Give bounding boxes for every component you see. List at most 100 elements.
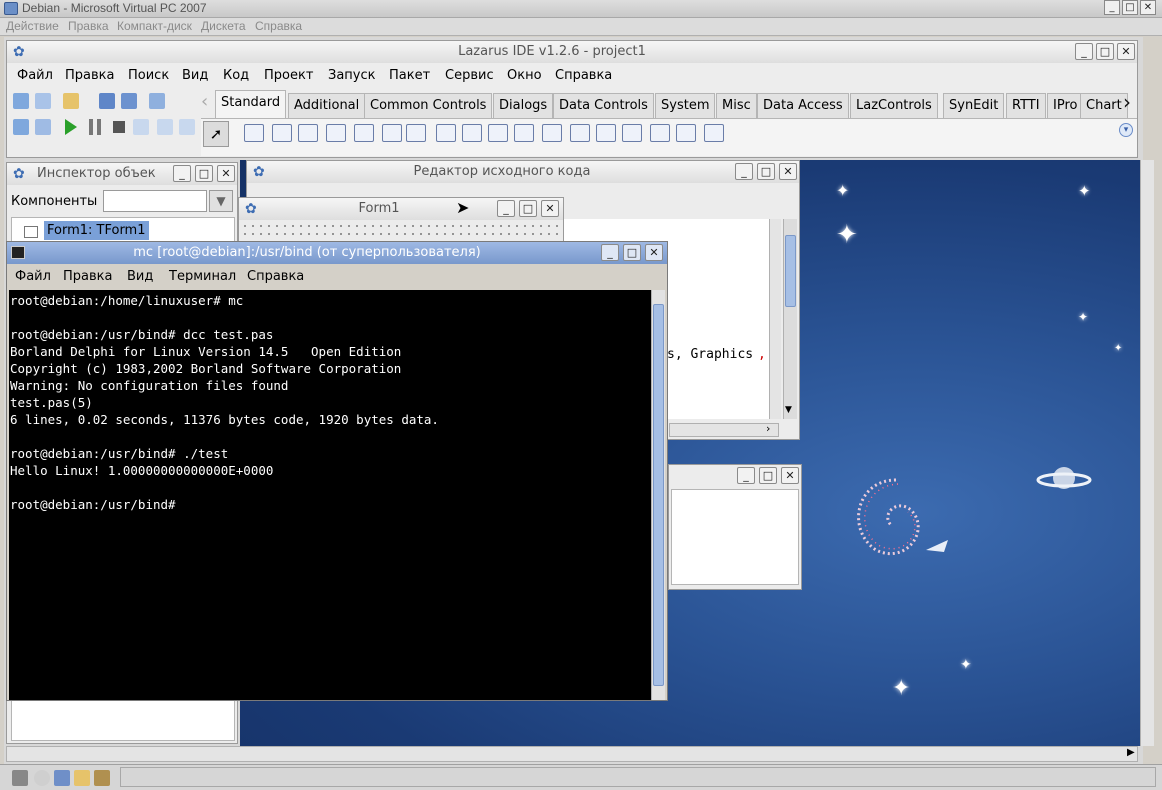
terminal-menu-view[interactable]: Вид	[127, 269, 153, 284]
menu-search[interactable]: Поиск	[128, 68, 169, 83]
step-out-icon[interactable]	[179, 119, 195, 135]
cd-drive-icon[interactable]	[34, 770, 50, 786]
step-over-icon[interactable]	[157, 119, 173, 135]
lazarus-close-button[interactable]: ✕	[1117, 43, 1135, 60]
vpc-menu-floppy[interactable]: Дискета	[201, 19, 246, 33]
tradiobutton-icon[interactable]	[462, 124, 482, 142]
tframe-icon[interactable]	[676, 124, 696, 142]
tree-item-form1[interactable]: Form1: TForm1	[44, 221, 149, 240]
scrollbar-thumb[interactable]	[653, 304, 664, 686]
tab-system[interactable]: System	[655, 93, 716, 118]
tab-additional[interactable]: Additional	[288, 93, 366, 118]
desktop-vertical-scrollbar[interactable]	[1140, 160, 1154, 746]
form1-minimize-button[interactable]: _	[497, 200, 515, 217]
chevron-down-icon[interactable]: ▼	[785, 405, 792, 415]
terminal-menu-edit[interactable]: Правка	[63, 269, 112, 284]
tlistbox-icon[interactable]	[488, 124, 508, 142]
ttogglebox-icon[interactable]	[406, 124, 426, 142]
new-form-icon[interactable]	[35, 93, 51, 109]
filter-icon[interactable]: ▼	[209, 190, 233, 212]
toggle-form-unit-icon[interactable]	[149, 93, 165, 109]
terminal-menu-file[interactable]: Файл	[15, 269, 51, 284]
view-units-icon[interactable]	[13, 119, 29, 135]
terminal-screen[interactable]: root@debian:/home/linuxuser# mc root@deb…	[9, 290, 651, 700]
tpanel-icon[interactable]	[650, 124, 670, 142]
vpc-menu-edit[interactable]: Правка	[68, 19, 109, 33]
vpc-close-button[interactable]: ✕	[1140, 0, 1156, 15]
tab-common-controls[interactable]: Common Controls	[364, 93, 493, 118]
floppy-icon[interactable]	[54, 770, 70, 786]
tab-rtti[interactable]: RTTI	[1006, 93, 1046, 118]
chevron-right-icon[interactable]: ›	[766, 422, 770, 435]
editor-vertical-scrollbar[interactable]: ▼	[783, 219, 797, 419]
tgroupbox-icon[interactable]	[570, 124, 590, 142]
menu-tools[interactable]: Сервис	[445, 68, 494, 83]
terminal-maximize-button[interactable]: □	[623, 244, 641, 261]
tab-chart[interactable]: Chart	[1080, 93, 1128, 118]
vpc-menu-help[interactable]: Справка	[255, 19, 302, 33]
save-all-icon[interactable]	[121, 93, 137, 109]
selection-tool-button[interactable]: ➚	[203, 121, 229, 147]
inspector-close-button[interactable]: ✕	[217, 165, 235, 182]
editor-horizontal-scrollbar[interactable]: ›	[669, 422, 779, 437]
messages-maximize-button[interactable]: □	[759, 467, 777, 484]
save-icon[interactable]	[99, 93, 115, 109]
terminal-close-button[interactable]: ✕	[645, 244, 663, 261]
tab-data-access[interactable]: Data Access	[757, 93, 849, 118]
messages-minimize-button[interactable]: _	[737, 467, 755, 484]
menu-run[interactable]: Запуск	[328, 68, 376, 83]
open-icon[interactable]	[63, 93, 79, 109]
lazarus-minimize-button[interactable]: _	[1075, 43, 1093, 60]
editor-minimize-button[interactable]: _	[735, 163, 753, 180]
pause-icon[interactable]	[89, 119, 101, 135]
run-icon[interactable]	[65, 119, 77, 135]
step-into-icon[interactable]	[133, 119, 149, 135]
tab-dialogs[interactable]: Dialogs	[493, 93, 554, 118]
new-unit-icon[interactable]	[13, 93, 29, 109]
tpopupmenu-icon[interactable]	[272, 124, 292, 142]
tcombobox-icon[interactable]	[514, 124, 534, 142]
vpc-minimize-button[interactable]: _	[1104, 0, 1120, 15]
stop-icon[interactable]	[113, 121, 125, 133]
tlabel-icon[interactable]	[326, 124, 346, 142]
menu-package[interactable]: Пакет	[389, 68, 430, 83]
shared-folder-icon[interactable]	[74, 770, 90, 786]
menu-project[interactable]: Проект	[264, 68, 313, 83]
terminal-minimize-button[interactable]: _	[601, 244, 619, 261]
inspector-maximize-button[interactable]: □	[195, 165, 213, 182]
desktop-horizontal-scrollbar[interactable]: ▶	[6, 746, 1138, 762]
tab-standard[interactable]: Standard	[215, 90, 287, 118]
menu-edit[interactable]: Правка	[65, 68, 114, 83]
form1-design-grid[interactable]	[241, 222, 559, 242]
messages-close-button[interactable]: ✕	[781, 467, 799, 484]
components-filter-input[interactable]	[103, 190, 207, 212]
tmemo-icon[interactable]	[382, 124, 402, 142]
form1-close-button[interactable]: ✕	[541, 200, 559, 217]
tab-ipro[interactable]: IPro	[1047, 93, 1084, 118]
tab-data-controls[interactable]: Data Controls	[553, 93, 654, 118]
tab-synedit[interactable]: SynEdit	[943, 93, 1005, 118]
vpc-menu-cdrom[interactable]: Компакт-диск	[117, 19, 192, 33]
tcheckgroup-icon[interactable]	[622, 124, 642, 142]
tedit-icon[interactable]	[354, 124, 374, 142]
tab-misc[interactable]: Misc	[716, 93, 757, 118]
tcheckbox-icon[interactable]	[436, 124, 456, 142]
menu-view[interactable]: Вид	[182, 68, 208, 83]
tab-lazcontrols[interactable]: LazControls	[850, 93, 938, 118]
tradiogroup-icon[interactable]	[596, 124, 616, 142]
chevron-right-icon[interactable]: ›	[1123, 90, 1131, 114]
terminal-menu-help[interactable]: Справка	[247, 269, 304, 284]
view-forms-icon[interactable]	[35, 119, 51, 135]
editor-close-button[interactable]: ✕	[779, 163, 797, 180]
vpc-maximize-button[interactable]: □	[1122, 0, 1138, 15]
terminal-menu-terminal[interactable]: Терминал	[169, 269, 236, 284]
tmainmenu-icon[interactable]	[244, 124, 264, 142]
inspector-minimize-button[interactable]: _	[173, 165, 191, 182]
menu-code[interactable]: Код	[223, 68, 249, 83]
tactionlist-icon[interactable]	[704, 124, 724, 142]
hard-disk-icon[interactable]	[12, 770, 28, 786]
menu-file[interactable]: Файл	[17, 68, 53, 83]
chevron-right-icon[interactable]: ▶	[1127, 747, 1135, 758]
editor-maximize-button[interactable]: □	[757, 163, 775, 180]
network-icon[interactable]	[94, 770, 110, 786]
